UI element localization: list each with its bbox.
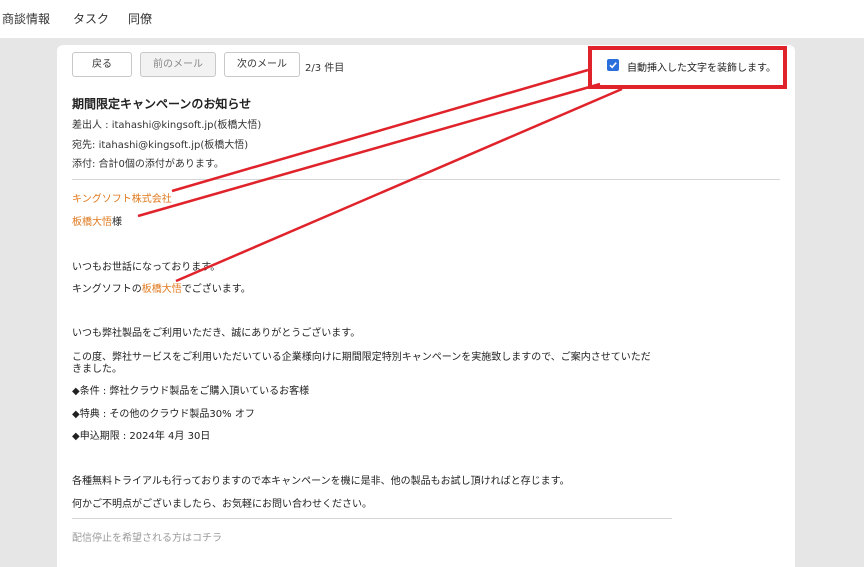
annotation-line-recipient	[137, 82, 601, 218]
annotation-arrows	[137, 68, 623, 283]
